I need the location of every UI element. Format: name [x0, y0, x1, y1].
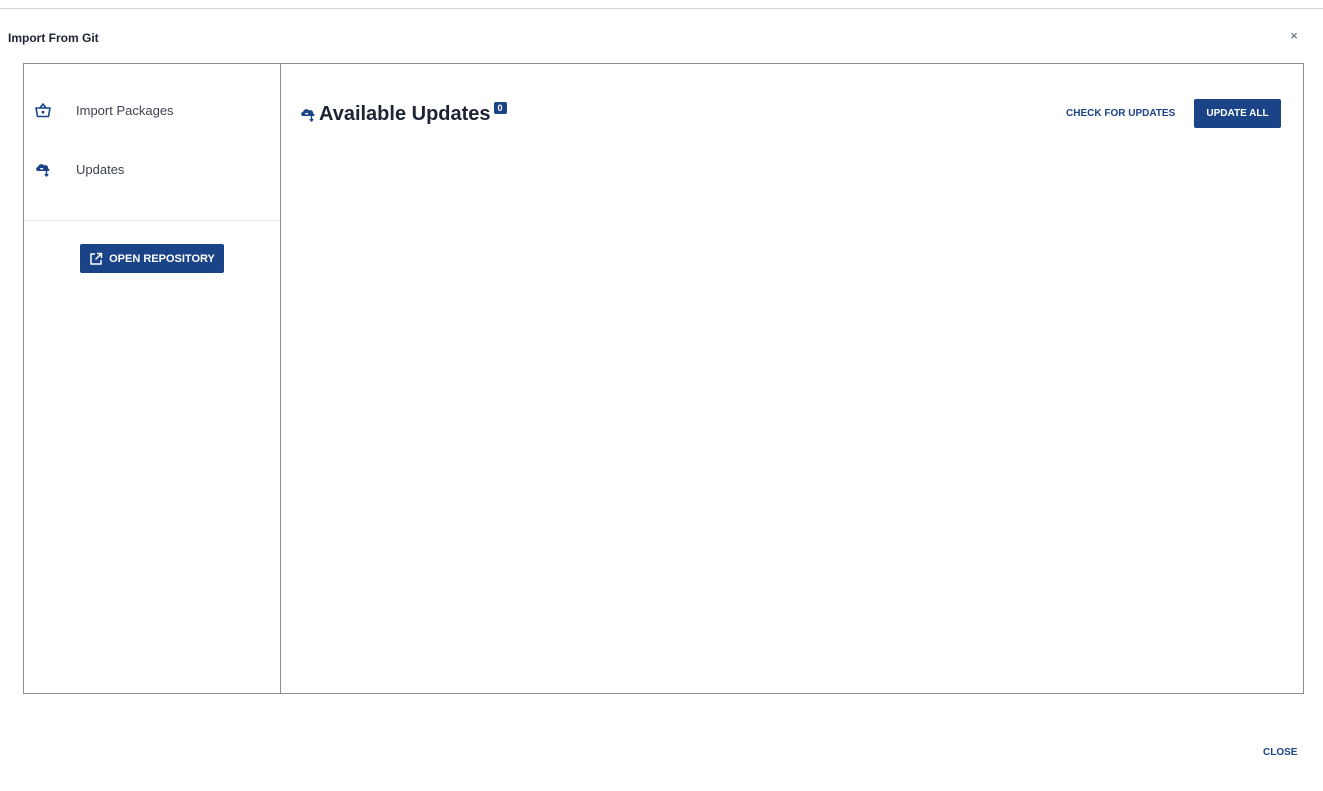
- updates-panel: Available Updates 0 CHECK FOR UPDATES UP…: [281, 64, 1303, 693]
- cloud-download-icon: [299, 105, 317, 123]
- content-frame: Import Packages Updates OPEN REPOSITORY …: [23, 63, 1304, 694]
- update-all-button[interactable]: UPDATE ALL: [1194, 99, 1281, 128]
- sidebar-divider: [24, 220, 280, 221]
- top-divider: [0, 8, 1323, 9]
- check-for-updates-button[interactable]: CHECK FOR UPDATES: [1066, 108, 1175, 119]
- external-link-icon: [90, 252, 103, 265]
- dialog-close-icon[interactable]: ×: [1286, 27, 1302, 45]
- page-title-text: Available Updates: [319, 103, 491, 125]
- open-repository-button[interactable]: OPEN REPOSITORY: [80, 244, 224, 273]
- close-button[interactable]: CLOSE: [1263, 747, 1297, 758]
- cloud-download-icon: [34, 160, 52, 178]
- sidebar-item-label: Updates: [76, 162, 125, 177]
- import-from-git-dialog: Import From Git × Import Packages Update…: [0, 0, 1323, 791]
- page-title: Available Updates 0: [299, 100, 507, 128]
- open-repository-label: OPEN REPOSITORY: [109, 252, 215, 265]
- sidebar-item-updates[interactable]: Updates: [24, 150, 280, 190]
- sidebar: Import Packages Updates OPEN REPOSITORY: [24, 64, 281, 693]
- dialog-title: Import From Git: [8, 31, 99, 45]
- updates-count-badge: 0: [493, 102, 507, 114]
- sidebar-item-label: Import Packages: [76, 103, 174, 118]
- basket-icon: [34, 101, 52, 119]
- sidebar-item-import-packages[interactable]: Import Packages: [24, 91, 280, 131]
